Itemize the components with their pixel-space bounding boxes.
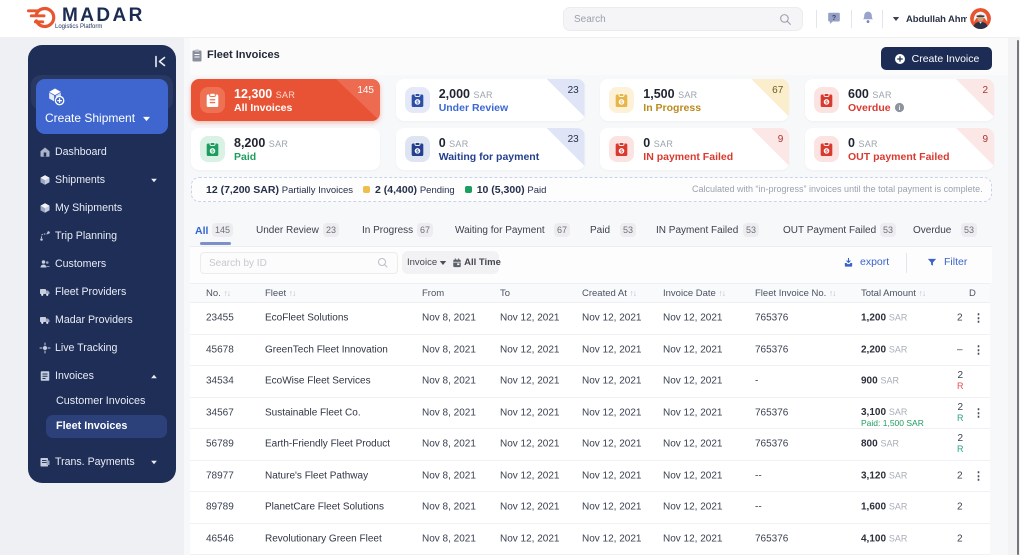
svg-text:$: $ <box>416 99 419 104</box>
svg-text:$: $ <box>621 148 624 153</box>
svg-text:$: $ <box>825 99 828 104</box>
svg-text:$: $ <box>211 148 214 153</box>
svg-text:$: $ <box>621 99 624 104</box>
svg-text:$: $ <box>825 148 828 153</box>
svg-text:?: ? <box>832 15 836 22</box>
svg-text:$: $ <box>416 148 419 153</box>
